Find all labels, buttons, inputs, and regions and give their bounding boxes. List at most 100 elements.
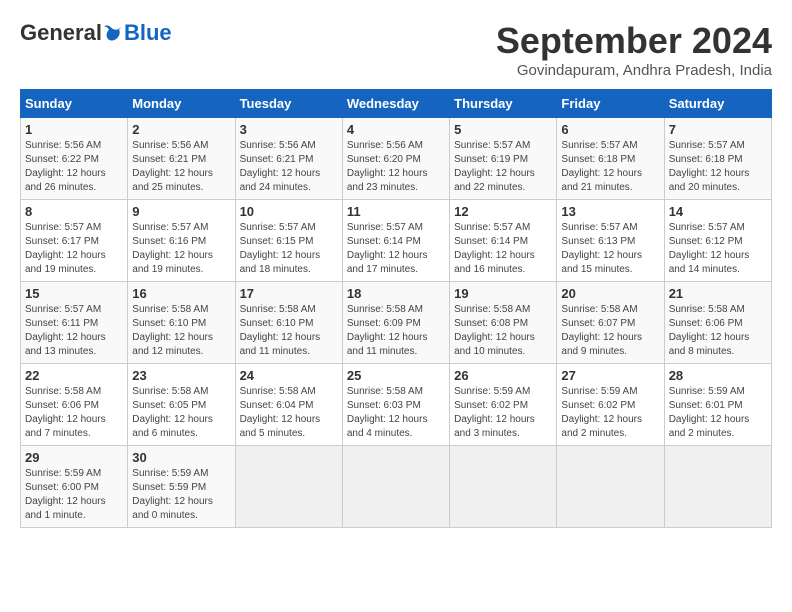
- logo: General Blue: [20, 20, 172, 46]
- day-info: Sunrise: 5:57 AMSunset: 6:17 PMDaylight:…: [25, 221, 123, 277]
- calendar-week-row: 1 Sunrise: 5:56 AMSunset: 6:22 PMDayligh…: [21, 118, 772, 200]
- logo-bird-icon: [104, 24, 124, 42]
- day-info: Sunrise: 5:57 AMSunset: 6:11 PMDaylight:…: [25, 303, 123, 359]
- day-info: Sunrise: 5:57 AMSunset: 6:19 PMDaylight:…: [454, 139, 552, 195]
- calendar-header-row: SundayMondayTuesdayWednesdayThursdayFrid…: [21, 90, 772, 118]
- day-number: 8: [25, 204, 123, 219]
- calendar-cell: [450, 446, 557, 528]
- calendar-header-sunday: Sunday: [21, 90, 128, 118]
- day-number: 16: [132, 286, 230, 301]
- calendar-cell: 28 Sunrise: 5:59 AMSunset: 6:01 PMDaylig…: [664, 364, 771, 446]
- day-number: 26: [454, 368, 552, 383]
- calendar-cell: 21 Sunrise: 5:58 AMSunset: 6:06 PMDaylig…: [664, 282, 771, 364]
- calendar-cell: 13 Sunrise: 5:57 AMSunset: 6:13 PMDaylig…: [557, 200, 664, 282]
- calendar-header-monday: Monday: [128, 90, 235, 118]
- day-number: 3: [240, 122, 338, 137]
- calendar-week-row: 22 Sunrise: 5:58 AMSunset: 6:06 PMDaylig…: [21, 364, 772, 446]
- day-info: Sunrise: 5:58 AMSunset: 6:03 PMDaylight:…: [347, 385, 445, 441]
- calendar-table: SundayMondayTuesdayWednesdayThursdayFrid…: [20, 89, 772, 528]
- calendar-cell: 17 Sunrise: 5:58 AMSunset: 6:10 PMDaylig…: [235, 282, 342, 364]
- day-info: Sunrise: 5:57 AMSunset: 6:12 PMDaylight:…: [669, 221, 767, 277]
- calendar-header-tuesday: Tuesday: [235, 90, 342, 118]
- calendar-cell: 16 Sunrise: 5:58 AMSunset: 6:10 PMDaylig…: [128, 282, 235, 364]
- day-info: Sunrise: 5:57 AMSunset: 6:13 PMDaylight:…: [561, 221, 659, 277]
- calendar-cell: 4 Sunrise: 5:56 AMSunset: 6:20 PMDayligh…: [342, 118, 449, 200]
- day-info: Sunrise: 5:58 AMSunset: 6:10 PMDaylight:…: [132, 303, 230, 359]
- calendar-header-saturday: Saturday: [664, 90, 771, 118]
- day-number: 1: [25, 122, 123, 137]
- day-number: 7: [669, 122, 767, 137]
- day-number: 18: [347, 286, 445, 301]
- calendar-cell: 18 Sunrise: 5:58 AMSunset: 6:09 PMDaylig…: [342, 282, 449, 364]
- day-info: Sunrise: 5:58 AMSunset: 6:09 PMDaylight:…: [347, 303, 445, 359]
- day-info: Sunrise: 5:58 AMSunset: 6:05 PMDaylight:…: [132, 385, 230, 441]
- day-info: Sunrise: 5:59 AMSunset: 6:01 PMDaylight:…: [669, 385, 767, 441]
- day-info: Sunrise: 5:58 AMSunset: 6:10 PMDaylight:…: [240, 303, 338, 359]
- page-header: General Blue September 2024 Govindapuram…: [20, 20, 772, 79]
- calendar-cell: [235, 446, 342, 528]
- calendar-cell: 25 Sunrise: 5:58 AMSunset: 6:03 PMDaylig…: [342, 364, 449, 446]
- day-number: 21: [669, 286, 767, 301]
- calendar-header-thursday: Thursday: [450, 90, 557, 118]
- day-info: Sunrise: 5:56 AMSunset: 6:21 PMDaylight:…: [132, 139, 230, 195]
- day-number: 25: [347, 368, 445, 383]
- logo-blue: Blue: [124, 20, 172, 46]
- day-number: 4: [347, 122, 445, 137]
- calendar-cell: 29 Sunrise: 5:59 AMSunset: 6:00 PMDaylig…: [21, 446, 128, 528]
- day-number: 12: [454, 204, 552, 219]
- calendar-cell: 14 Sunrise: 5:57 AMSunset: 6:12 PMDaylig…: [664, 200, 771, 282]
- day-info: Sunrise: 5:58 AMSunset: 6:06 PMDaylight:…: [669, 303, 767, 359]
- day-info: Sunrise: 5:56 AMSunset: 6:21 PMDaylight:…: [240, 139, 338, 195]
- day-number: 10: [240, 204, 338, 219]
- day-number: 6: [561, 122, 659, 137]
- day-number: 13: [561, 204, 659, 219]
- day-number: 14: [669, 204, 767, 219]
- calendar-cell: 26 Sunrise: 5:59 AMSunset: 6:02 PMDaylig…: [450, 364, 557, 446]
- day-number: 11: [347, 204, 445, 219]
- day-number: 5: [454, 122, 552, 137]
- day-number: 2: [132, 122, 230, 137]
- calendar-cell: [342, 446, 449, 528]
- calendar-cell: 30 Sunrise: 5:59 AMSunset: 5:59 PMDaylig…: [128, 446, 235, 528]
- day-info: Sunrise: 5:58 AMSunset: 6:08 PMDaylight:…: [454, 303, 552, 359]
- calendar-cell: 2 Sunrise: 5:56 AMSunset: 6:21 PMDayligh…: [128, 118, 235, 200]
- day-number: 9: [132, 204, 230, 219]
- day-number: 30: [132, 450, 230, 465]
- day-info: Sunrise: 5:56 AMSunset: 6:22 PMDaylight:…: [25, 139, 123, 195]
- logo-general: General: [20, 20, 102, 46]
- calendar-cell: 12 Sunrise: 5:57 AMSunset: 6:14 PMDaylig…: [450, 200, 557, 282]
- day-info: Sunrise: 5:58 AMSunset: 6:04 PMDaylight:…: [240, 385, 338, 441]
- day-number: 28: [669, 368, 767, 383]
- day-number: 24: [240, 368, 338, 383]
- calendar-cell: 23 Sunrise: 5:58 AMSunset: 6:05 PMDaylig…: [128, 364, 235, 446]
- day-number: 19: [454, 286, 552, 301]
- day-number: 23: [132, 368, 230, 383]
- day-info: Sunrise: 5:57 AMSunset: 6:14 PMDaylight:…: [347, 221, 445, 277]
- day-info: Sunrise: 5:58 AMSunset: 6:06 PMDaylight:…: [25, 385, 123, 441]
- day-number: 15: [25, 286, 123, 301]
- calendar-cell: 15 Sunrise: 5:57 AMSunset: 6:11 PMDaylig…: [21, 282, 128, 364]
- day-info: Sunrise: 5:59 AMSunset: 6:02 PMDaylight:…: [561, 385, 659, 441]
- calendar-cell: 10 Sunrise: 5:57 AMSunset: 6:15 PMDaylig…: [235, 200, 342, 282]
- calendar-cell: 19 Sunrise: 5:58 AMSunset: 6:08 PMDaylig…: [450, 282, 557, 364]
- location: Govindapuram, Andhra Pradesh, India: [496, 62, 772, 79]
- day-info: Sunrise: 5:57 AMSunset: 6:18 PMDaylight:…: [561, 139, 659, 195]
- calendar-week-row: 8 Sunrise: 5:57 AMSunset: 6:17 PMDayligh…: [21, 200, 772, 282]
- calendar-week-row: 15 Sunrise: 5:57 AMSunset: 6:11 PMDaylig…: [21, 282, 772, 364]
- calendar-cell: 1 Sunrise: 5:56 AMSunset: 6:22 PMDayligh…: [21, 118, 128, 200]
- day-info: Sunrise: 5:59 AMSunset: 6:02 PMDaylight:…: [454, 385, 552, 441]
- calendar-cell: 3 Sunrise: 5:56 AMSunset: 6:21 PMDayligh…: [235, 118, 342, 200]
- day-info: Sunrise: 5:57 AMSunset: 6:18 PMDaylight:…: [669, 139, 767, 195]
- day-info: Sunrise: 5:57 AMSunset: 6:14 PMDaylight:…: [454, 221, 552, 277]
- calendar-cell: 11 Sunrise: 5:57 AMSunset: 6:14 PMDaylig…: [342, 200, 449, 282]
- day-info: Sunrise: 5:58 AMSunset: 6:07 PMDaylight:…: [561, 303, 659, 359]
- day-info: Sunrise: 5:57 AMSunset: 6:15 PMDaylight:…: [240, 221, 338, 277]
- day-number: 17: [240, 286, 338, 301]
- calendar-header-friday: Friday: [557, 90, 664, 118]
- day-info: Sunrise: 5:56 AMSunset: 6:20 PMDaylight:…: [347, 139, 445, 195]
- calendar-cell: [664, 446, 771, 528]
- day-info: Sunrise: 5:57 AMSunset: 6:16 PMDaylight:…: [132, 221, 230, 277]
- calendar-cell: 7 Sunrise: 5:57 AMSunset: 6:18 PMDayligh…: [664, 118, 771, 200]
- calendar-cell: [557, 446, 664, 528]
- calendar-cell: 8 Sunrise: 5:57 AMSunset: 6:17 PMDayligh…: [21, 200, 128, 282]
